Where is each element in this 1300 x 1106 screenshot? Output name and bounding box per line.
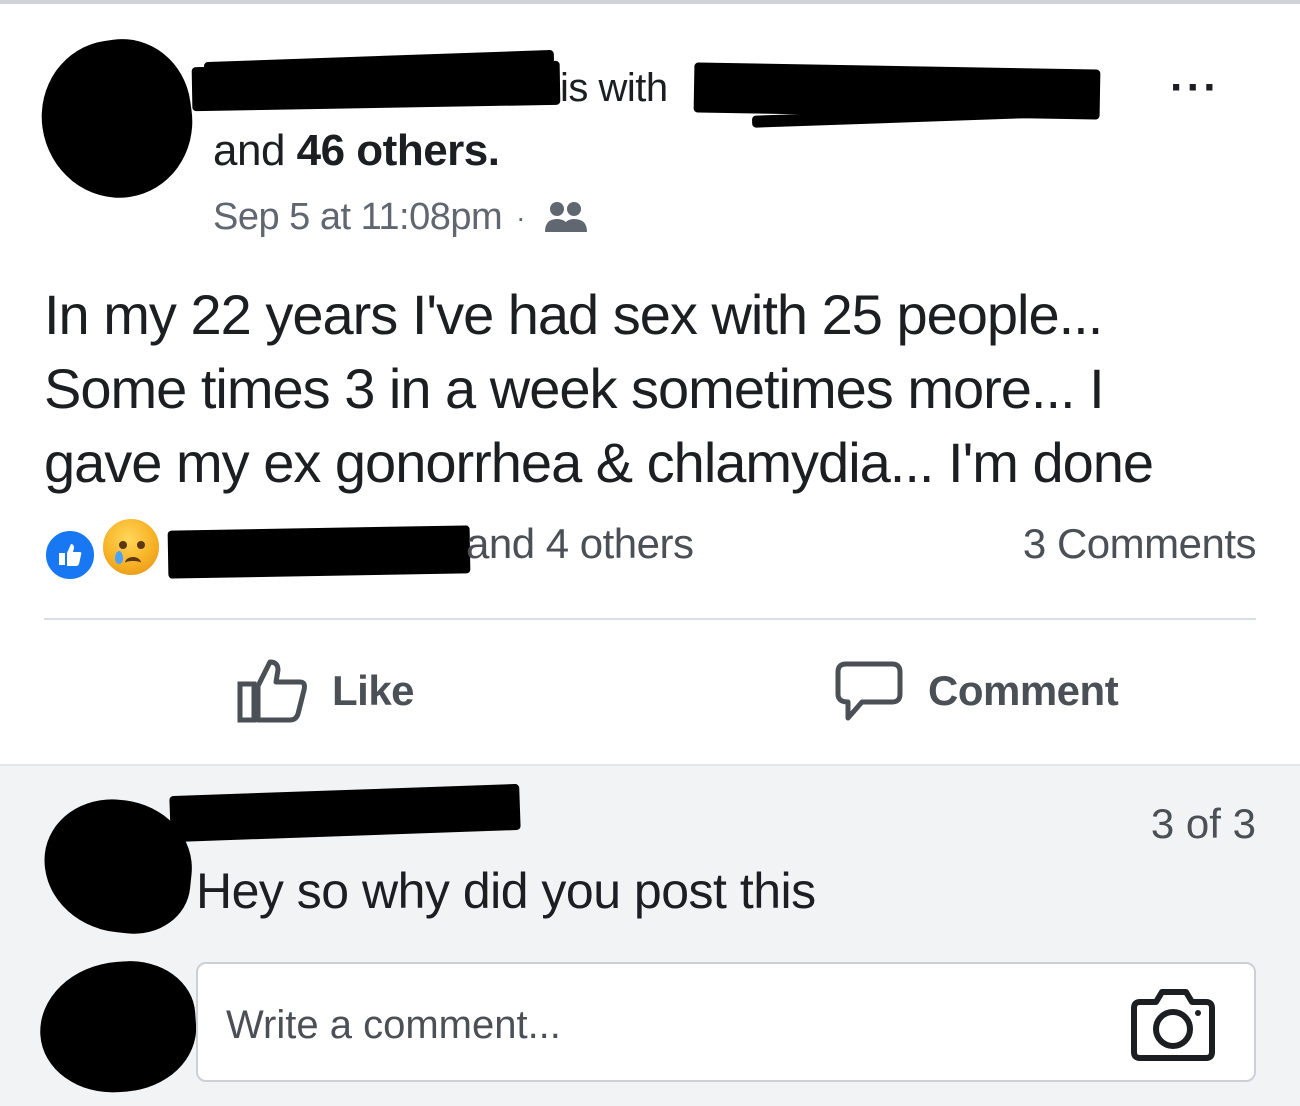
header-tagged-others[interactable]: and 46 others. <box>213 126 500 176</box>
camera-icon[interactable] <box>1130 986 1216 1062</box>
sad-mouth <box>125 557 141 569</box>
meta-separator: · <box>516 201 525 233</box>
comment-icon <box>835 661 903 721</box>
like-button[interactable]: Like <box>236 656 415 726</box>
comment-text: Hey so why did you post this <box>196 863 816 919</box>
comments-count[interactable]: 3 Comments <box>1023 520 1257 568</box>
tagged-others-count[interactable]: 46 others. <box>297 126 500 175</box>
comment-input[interactable] <box>224 994 1088 1056</box>
post-text-line: gave my ex gonorrhea & chlamydia... I'm … <box>44 431 1154 494</box>
comment-label: Comment <box>928 667 1119 714</box>
reaction-others[interactable]: and 4 others <box>466 520 694 568</box>
friends-icon[interactable] <box>543 198 589 238</box>
header-with-text: is with <box>560 66 668 110</box>
comment-button[interactable]: Comment <box>832 656 1119 726</box>
like-reaction-icon[interactable] <box>42 527 98 583</box>
top-border <box>0 0 1300 4</box>
post-text-line: Some times 3 in a week sometimes more...… <box>44 357 1105 420</box>
poster-avatar-redacted[interactable] <box>31 30 203 208</box>
post-meta: Sep 5 at 11:08pm · <box>213 196 589 239</box>
post-text: In my 22 years I've had sex with 25 peop… <box>44 278 1274 500</box>
sad-eye <box>137 541 145 549</box>
comments-pager: 3 of 3 <box>1150 800 1256 847</box>
post-text-line: In my 22 years I've had sex with 25 peop… <box>44 283 1103 346</box>
reactor-names-redacted[interactable] <box>167 525 471 579</box>
thumbs-up-icon <box>59 544 82 566</box>
post-timestamp[interactable]: Sep 5 at 11:08pm <box>213 196 503 239</box>
like-icon <box>237 659 307 723</box>
sad-eye <box>119 541 127 549</box>
divider <box>44 618 1256 620</box>
sad-tear <box>115 551 123 564</box>
sad-reaction-icon[interactable] <box>100 516 162 578</box>
like-label: Like <box>332 667 415 714</box>
comment-composer[interactable] <box>196 962 1256 1082</box>
more-options-icon[interactable]: ··· <box>1170 66 1220 110</box>
